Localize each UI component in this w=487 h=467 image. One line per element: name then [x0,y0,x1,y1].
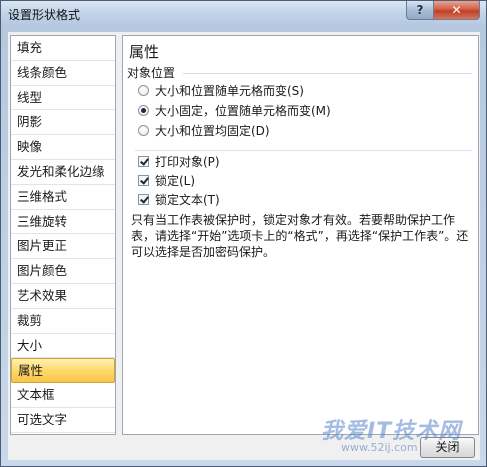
dialog-body: 填充 线条颜色 线型 阴影 映像 发光和柔化边缘 三维格式 三维旋转 图片更正 图片颜色 艺术效果裁… [8,32,480,460]
radio-label: 大小和位置随单元格而变(S) [155,83,304,98]
checkbox-print-object[interactable]: 打印对象(P) [138,152,220,170]
sidebar-item[interactable]: 艺术效果 [11,284,115,309]
sidebar-item[interactable]: 裁剪 [11,309,115,334]
checkbox-lock-text[interactable]: 锁定文本(T) [138,190,220,208]
radio-dont-move-or-size[interactable]: 大小和位置均固定(D) [138,121,270,139]
checkbox-icon [138,174,149,186]
radio-button-icon [138,124,149,136]
checkbox-label: 锁定文本(T) [155,192,220,207]
checkbox-label: 锁定(L) [155,173,196,188]
sidebar-item[interactable]: 图片颜色 [11,259,115,284]
sidebar-item[interactable]: 三维旋转 [11,210,115,235]
title-buttons: ? ✕ [406,1,480,20]
sidebar-item[interactable]: 映像 [11,135,115,160]
sidebar-item[interactable]: 发光和柔化边缘 [11,160,115,185]
protection-note: 只有当工作表被保护时，锁定对象才有效。若要帮助保护工作表，请选择“开始”选项卡上… [131,213,469,259]
radio-move-size-with-cells[interactable]: 大小和位置随单元格而变(S) [138,81,304,99]
radio-label: 大小固定，位置随单元格而变(M) [155,103,331,118]
help-icon: ? [416,3,424,17]
sidebar-item[interactable]: 大小 [11,334,115,359]
sidebar-item[interactable]: 可选文字 [11,408,115,433]
close-icon: ✕ [451,3,462,17]
sidebar-item[interactable]: 属性 [11,358,115,384]
group-divider [183,73,472,74]
panel-title: 属性 [129,43,160,61]
window-title: 设置形状格式 [8,8,81,22]
close-button[interactable]: 关闭 [420,437,475,458]
category-list: 填充 线条颜色 线型 阴影 映像 发光和柔化边缘 三维格式 三维旋转 图片更正 图片颜色 艺术效果裁… [10,35,116,435]
sidebar-item[interactable]: 文本框 [11,383,115,408]
radio-button-icon [138,104,149,116]
sidebar-item[interactable]: 线条颜色 [11,61,115,86]
properties-panel: 属性 对象位置 大小和位置随单元格而变(S) 大小固定，位置随单元格而变(M) … [122,35,479,435]
section-divider [135,150,472,151]
sidebar-item[interactable]: 图片更正 [11,234,115,260]
sidebar-item[interactable]: 阴影 [11,110,115,136]
checkbox-label: 打印对象(P) [155,154,220,169]
help-button[interactable]: ? [406,1,434,20]
sidebar-item[interactable]: 线型 [11,86,115,111]
format-shape-dialog: 设置形状格式 ? ✕ 填充 线条颜色 线型 阴影 映像 发光和柔化边缘 三维格式 三维旋转 图片… [0,0,487,467]
sidebar-item[interactable]: 三维格式 [11,185,115,210]
window-close-button[interactable]: ✕ [434,1,480,20]
sidebar-item[interactable]: 填充 [11,36,115,61]
radio-label: 大小和位置均固定(D) [155,123,270,138]
radio-button-icon [138,84,149,96]
checkbox-icon [138,155,149,167]
object-position-label: 对象位置 [127,66,176,80]
title-bar[interactable]: 设置形状格式 ? ✕ [1,1,486,27]
radio-move-not-size-with-cells[interactable]: 大小固定，位置随单元格而变(M) [138,101,331,119]
checkbox-icon [138,193,149,205]
checkbox-locked[interactable]: 锁定(L) [138,171,195,189]
